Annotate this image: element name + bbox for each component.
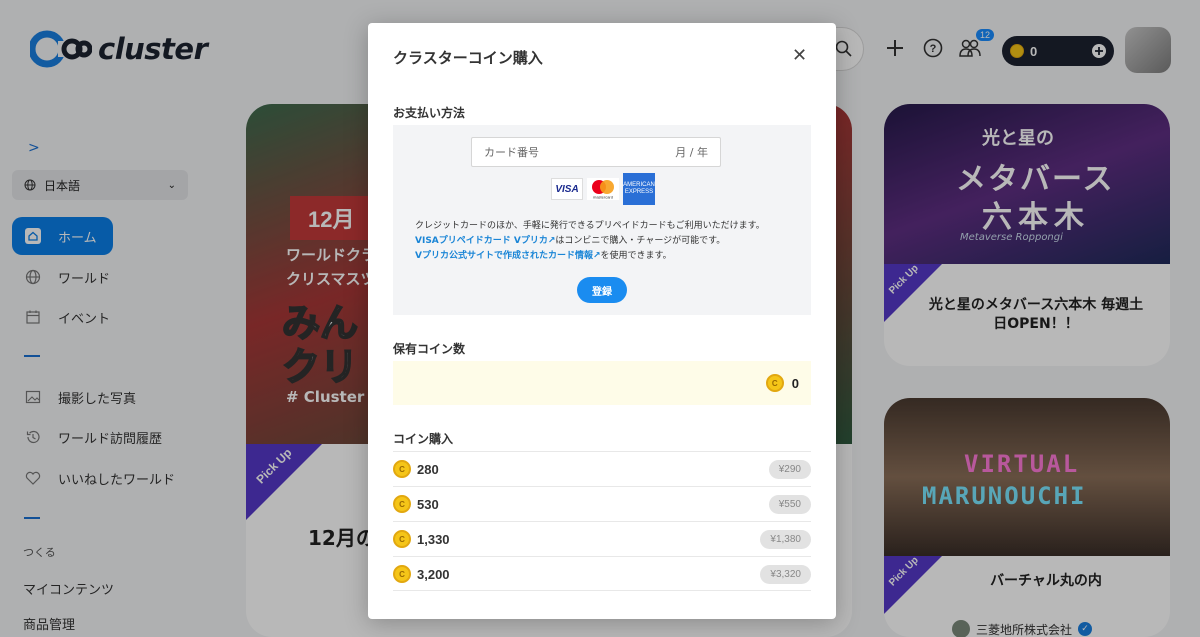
card-expiry-placeholder[interactable]: 月 / 年 — [675, 144, 708, 160]
coin-package-row[interactable]: C 280 ¥290 — [393, 451, 811, 486]
package-coins: 280 — [417, 461, 439, 477]
payment-note: クレジットカードのほか、手軽に発行できるプリペイドカードもご利用いただけます。 … — [415, 219, 805, 264]
close-icon[interactable]: ✕ — [792, 47, 807, 65]
coin-icon: C — [393, 530, 411, 548]
note-line: VISAプリペイドカード Vプリカ↗はコンビニで購入・チャージが可能です。 — [415, 234, 805, 249]
payment-method-heading: お支払い方法 — [393, 106, 466, 120]
note-line: Vプリカ公式サイトで作成されたカード情報↗を使用できます。 — [415, 249, 805, 264]
coin-icon: C — [765, 374, 784, 392]
package-coins: 530 — [417, 496, 439, 512]
package-price-button[interactable]: ¥550 — [768, 494, 811, 514]
package-price-button[interactable]: ¥290 — [768, 459, 811, 479]
coin-icon: C — [393, 495, 411, 513]
coin-purchase-modal: クラスターコイン購入 ✕ お支払い方法 カード番号 月 / 年 VISA mas… — [368, 23, 836, 619]
package-coins: 1,330 — [417, 531, 450, 547]
package-price-button[interactable]: ¥3,320 — [760, 564, 811, 584]
coin-package-row[interactable]: C 1,330 ¥1,380 — [393, 521, 811, 556]
coin-package-row[interactable]: C 3,200 ¥3,320 — [393, 556, 811, 591]
coin-purchase-heading: コイン購入 — [393, 432, 454, 446]
card-number-field[interactable]: カード番号 月 / 年 — [471, 137, 721, 167]
coin-icon: C — [393, 565, 411, 583]
amex-logo-icon: AMERICAN EXPRESS — [623, 173, 655, 205]
mastercard-label: mastercard — [593, 195, 613, 200]
holding-coins-value: 0 — [791, 375, 799, 391]
register-button[interactable]: 登録 — [577, 277, 627, 303]
note-text: はコンビニで購入・チャージが可能です。 — [555, 236, 726, 246]
vpreca-link[interactable]: VISAプリペイドカード Vプリカ — [415, 236, 548, 246]
package-price-button[interactable]: ¥1,380 — [760, 529, 811, 549]
external-link-icon: ↗ — [592, 251, 601, 261]
vpreca-site-link[interactable]: Vプリカ公式サイトで作成されたカード情報 — [415, 251, 593, 261]
list-divider — [393, 590, 811, 591]
holding-coins-box: C 0 — [393, 361, 811, 405]
coin-icon: C — [393, 460, 411, 478]
note-text: を使用できます。 — [600, 251, 672, 261]
card-number-placeholder: カード番号 — [484, 146, 539, 159]
note-line: クレジットカードのほか、手軽に発行できるプリペイドカードもご利用いただけます。 — [415, 221, 765, 231]
package-coins: 3,200 — [417, 566, 450, 582]
card-brand-logos: VISA mastercard AMERICAN EXPRESS — [551, 173, 655, 205]
payment-method-box: カード番号 月 / 年 VISA mastercard AMERICAN EXP… — [393, 125, 811, 315]
modal-title: クラスターコイン購入 — [393, 49, 543, 67]
visa-logo-icon: VISA — [551, 178, 583, 200]
mastercard-logo-icon: mastercard — [587, 178, 619, 200]
holding-coins-heading: 保有コイン数 — [393, 342, 466, 356]
coin-package-row[interactable]: C 530 ¥550 — [393, 486, 811, 521]
